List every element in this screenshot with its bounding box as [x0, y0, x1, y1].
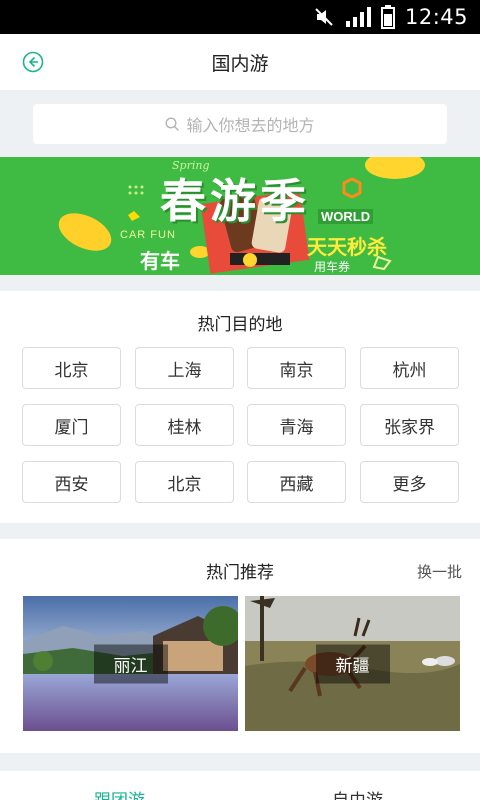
- title-bar: 国内游: [0, 34, 480, 90]
- destination-chip[interactable]: 杭州: [360, 347, 459, 389]
- search-input[interactable]: 输入你想去的地方: [33, 104, 447, 144]
- banner-slogan-left-cn: 有车: [140, 249, 180, 273]
- card-label: 丽江: [93, 644, 168, 683]
- tab-free-tour[interactable]: 自由游: [332, 786, 383, 800]
- clock: 12:45: [404, 5, 468, 29]
- banner-tag-spring: Spring: [172, 159, 210, 172]
- search-placeholder: 输入你想去的地方: [186, 116, 315, 135]
- banner-slogan-right: 天天秒杀: [307, 235, 387, 259]
- section-divider: [0, 753, 480, 771]
- page-title: 国内游: [211, 52, 269, 75]
- search-area: 输入你想去的地方: [0, 90, 480, 156]
- tab-group-tour[interactable]: 跟团游: [94, 786, 145, 800]
- section-title-destinations: 热门目的地: [197, 315, 283, 335]
- hot-recommendations: 热门推荐 换一批 丽江 新疆: [0, 539, 480, 753]
- mute-icon: [315, 8, 333, 26]
- tour-type-tabs: 跟团游 自由游: [0, 771, 480, 800]
- banner-slogan-right-sub: 用车券: [314, 260, 351, 274]
- banner-tag-world: WORLD: [318, 209, 374, 224]
- more-destinations-button[interactable]: 更多: [360, 461, 459, 503]
- banner-title: 春游季: [160, 174, 310, 228]
- destination-chip[interactable]: 北京: [135, 461, 234, 503]
- recommend-card-lijiang[interactable]: 丽江: [23, 596, 238, 731]
- destination-chip[interactable]: 桂林: [135, 404, 234, 446]
- destination-chip[interactable]: 北京: [22, 347, 121, 389]
- destination-chip[interactable]: 上海: [135, 347, 234, 389]
- section-divider: [0, 275, 480, 291]
- destination-chip[interactable]: 青海: [247, 404, 346, 446]
- section-title-recommend: 热门推荐: [206, 563, 274, 583]
- battery-icon: [380, 5, 395, 29]
- destination-chip[interactable]: 张家界: [360, 404, 459, 446]
- status-bar: 12:45: [0, 0, 480, 34]
- destination-chip[interactable]: 西安: [22, 461, 121, 503]
- destination-chip[interactable]: 南京: [247, 347, 346, 389]
- card-label: 新疆: [315, 644, 390, 683]
- section-divider: [0, 523, 480, 539]
- destination-chip[interactable]: 厦门: [22, 404, 121, 446]
- signal-icon: [345, 7, 371, 27]
- refresh-batch-button[interactable]: 换一批: [417, 561, 462, 582]
- destination-chip[interactable]: 西藏: [247, 461, 346, 503]
- back-arrow-icon[interactable]: [22, 51, 44, 73]
- banner-slogan-left: CAR FUN: [120, 229, 176, 241]
- recommend-card-xinjiang[interactable]: 新疆: [245, 596, 460, 731]
- promo-banner[interactable]: 春游季 Spring WORLD CAR FUN 有车 天天秒杀 用车券: [0, 157, 480, 275]
- search-icon: [165, 116, 180, 131]
- hot-destinations: 热门目的地 北京 上海 南京 杭州 厦门 桂林 青海 张家界 西安 北京 西藏 …: [0, 291, 480, 523]
